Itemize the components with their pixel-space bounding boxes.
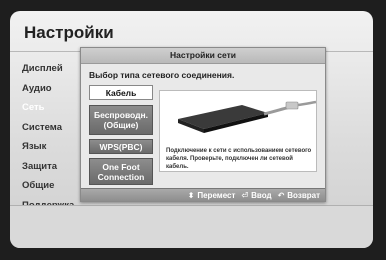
option-label: One Foot Connection (97, 161, 145, 182)
hint-move: ⬍ Перемест (188, 191, 236, 200)
option-label: Беспроводн. (Общие) (93, 110, 149, 130)
option-cable[interactable]: Кабель (89, 85, 153, 100)
dialog-title: Настройки сети (81, 48, 325, 64)
menu-item-general[interactable]: Общие (22, 176, 82, 196)
hint-move-label: Перемест (197, 190, 236, 200)
hint-back-label: Возврат (287, 190, 320, 200)
bottom-area (10, 206, 373, 248)
option-wps-pbc[interactable]: WPS(PBC) (89, 139, 153, 154)
menu-item-display[interactable]: Дисплей (22, 59, 82, 79)
up-down-arrows-icon: ⬍ (187, 190, 195, 200)
dialog-subtitle: Выбор типа сетевого соединения. (89, 70, 235, 80)
menu-item-security[interactable]: Защита (22, 157, 82, 177)
menu-item-language[interactable]: Язык (22, 137, 82, 157)
connection-description: Подключение к сети с использованием сете… (166, 148, 312, 170)
option-one-foot-connection[interactable]: One Foot Connection (89, 158, 153, 185)
option-label: Кабель (105, 87, 137, 98)
settings-screen: Настройки Дисплей Аудио Сеть Система Язы… (10, 11, 373, 248)
return-icon: ↶ (277, 190, 285, 200)
hint-enter: ⏎ Ввод (241, 191, 271, 200)
option-wireless[interactable]: Беспроводн. (Общие) (89, 105, 153, 135)
menu-item-system[interactable]: Система (22, 118, 82, 138)
cable-player-illustration (178, 100, 316, 133)
menu-item-audio[interactable]: Аудио (22, 79, 82, 99)
menu-item-network[interactable]: Сеть (22, 98, 82, 118)
hint-back[interactable]: ↶ Возврат (278, 191, 320, 200)
option-label: WPS(PBC) (99, 141, 143, 152)
settings-menu: Дисплей Аудио Сеть Система Язык Защита О… (22, 59, 82, 215)
hint-enter-label: Ввод (251, 190, 272, 200)
page-title: Настройки (24, 23, 114, 42)
description-panel: Подключение к сети с использованием сете… (159, 90, 317, 172)
network-settings-dialog: Настройки сети Выбор типа сетевого соеди… (80, 47, 326, 202)
enter-icon: ⏎ (241, 190, 249, 200)
dialog-footer: ⬍ Перемест ⏎ Ввод ↶ Возврат (81, 188, 325, 201)
